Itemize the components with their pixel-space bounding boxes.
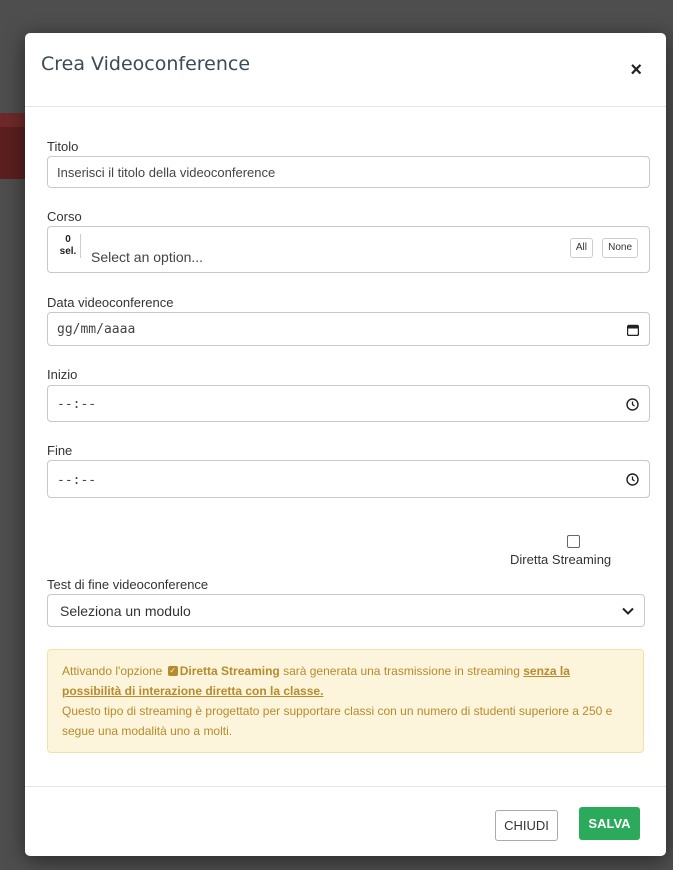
selected-count: 0 sel. <box>56 234 81 258</box>
diretta-streaming-label: Diretta Streaming <box>510 552 612 567</box>
corso-label: Corso <box>47 209 82 224</box>
chevron-down-icon[interactable] <box>622 606 634 616</box>
save-button[interactable]: SALVA <box>579 807 640 840</box>
corso-placeholder: Select an option... <box>91 249 204 265</box>
data-date-input[interactable]: gg/mm/aaaa <box>47 312 650 346</box>
streaming-info-alert: Attivando l'opzione ✓ Diretta Streaming s… <box>47 649 644 753</box>
inizio-value: --:-- <box>57 397 97 412</box>
modal-title: Crea Videoconference <box>41 53 251 75</box>
alert-option-name: Diretta Streaming <box>179 664 280 678</box>
titolo-input[interactable]: Inserisci il titolo della videoconferenc… <box>47 156 650 188</box>
corso-multiselect[interactable]: 0 sel. Select an option... All None <box>47 226 650 273</box>
inizio-label: Inizio <box>47 367 78 382</box>
test-selected-value: Seleziona un modulo <box>60 603 191 619</box>
modal-header: Crea Videoconference × <box>25 33 666 107</box>
fine-time-input[interactable]: --:-- <box>47 460 650 498</box>
calendar-icon[interactable] <box>627 324 639 336</box>
diretta-streaming-checkbox[interactable] <box>567 535 580 548</box>
fine-value: --:-- <box>57 473 97 488</box>
checkbox-checked-icon: ✓ <box>167 665 178 676</box>
test-select[interactable]: Seleziona un modulo <box>47 594 645 627</box>
selected-count-value: 0 <box>65 234 71 245</box>
data-value: gg/mm/aaaa <box>57 322 136 337</box>
fine-label: Fine <box>47 443 73 458</box>
inizio-time-input[interactable]: --:-- <box>47 385 650 422</box>
close-button[interactable]: CHIUDI <box>495 810 558 841</box>
modal-footer-divider <box>25 786 666 787</box>
titolo-placeholder: Inserisci il titolo della videoconferenc… <box>57 165 276 180</box>
clock-icon[interactable] <box>626 473 639 486</box>
selected-count-suffix: sel. <box>59 246 77 257</box>
alert-text-3: Questo tipo di streaming è progettato pe… <box>62 704 613 738</box>
create-videoconference-modal: Crea Videoconference × Titolo Inserisci … <box>25 33 666 856</box>
select-all-button[interactable]: All <box>569 238 593 258</box>
data-label: Data videoconference <box>47 295 174 310</box>
alert-text-2: sarà generata una trasmissione in stream… <box>283 664 520 678</box>
select-none-button[interactable]: None <box>602 238 638 258</box>
test-label: Test di fine videoconference <box>47 577 209 592</box>
alert-text-1: Attivando l'opzione <box>62 664 163 678</box>
close-icon[interactable]: × <box>624 59 648 81</box>
clock-icon[interactable] <box>626 398 639 411</box>
titolo-label: Titolo <box>47 139 79 154</box>
